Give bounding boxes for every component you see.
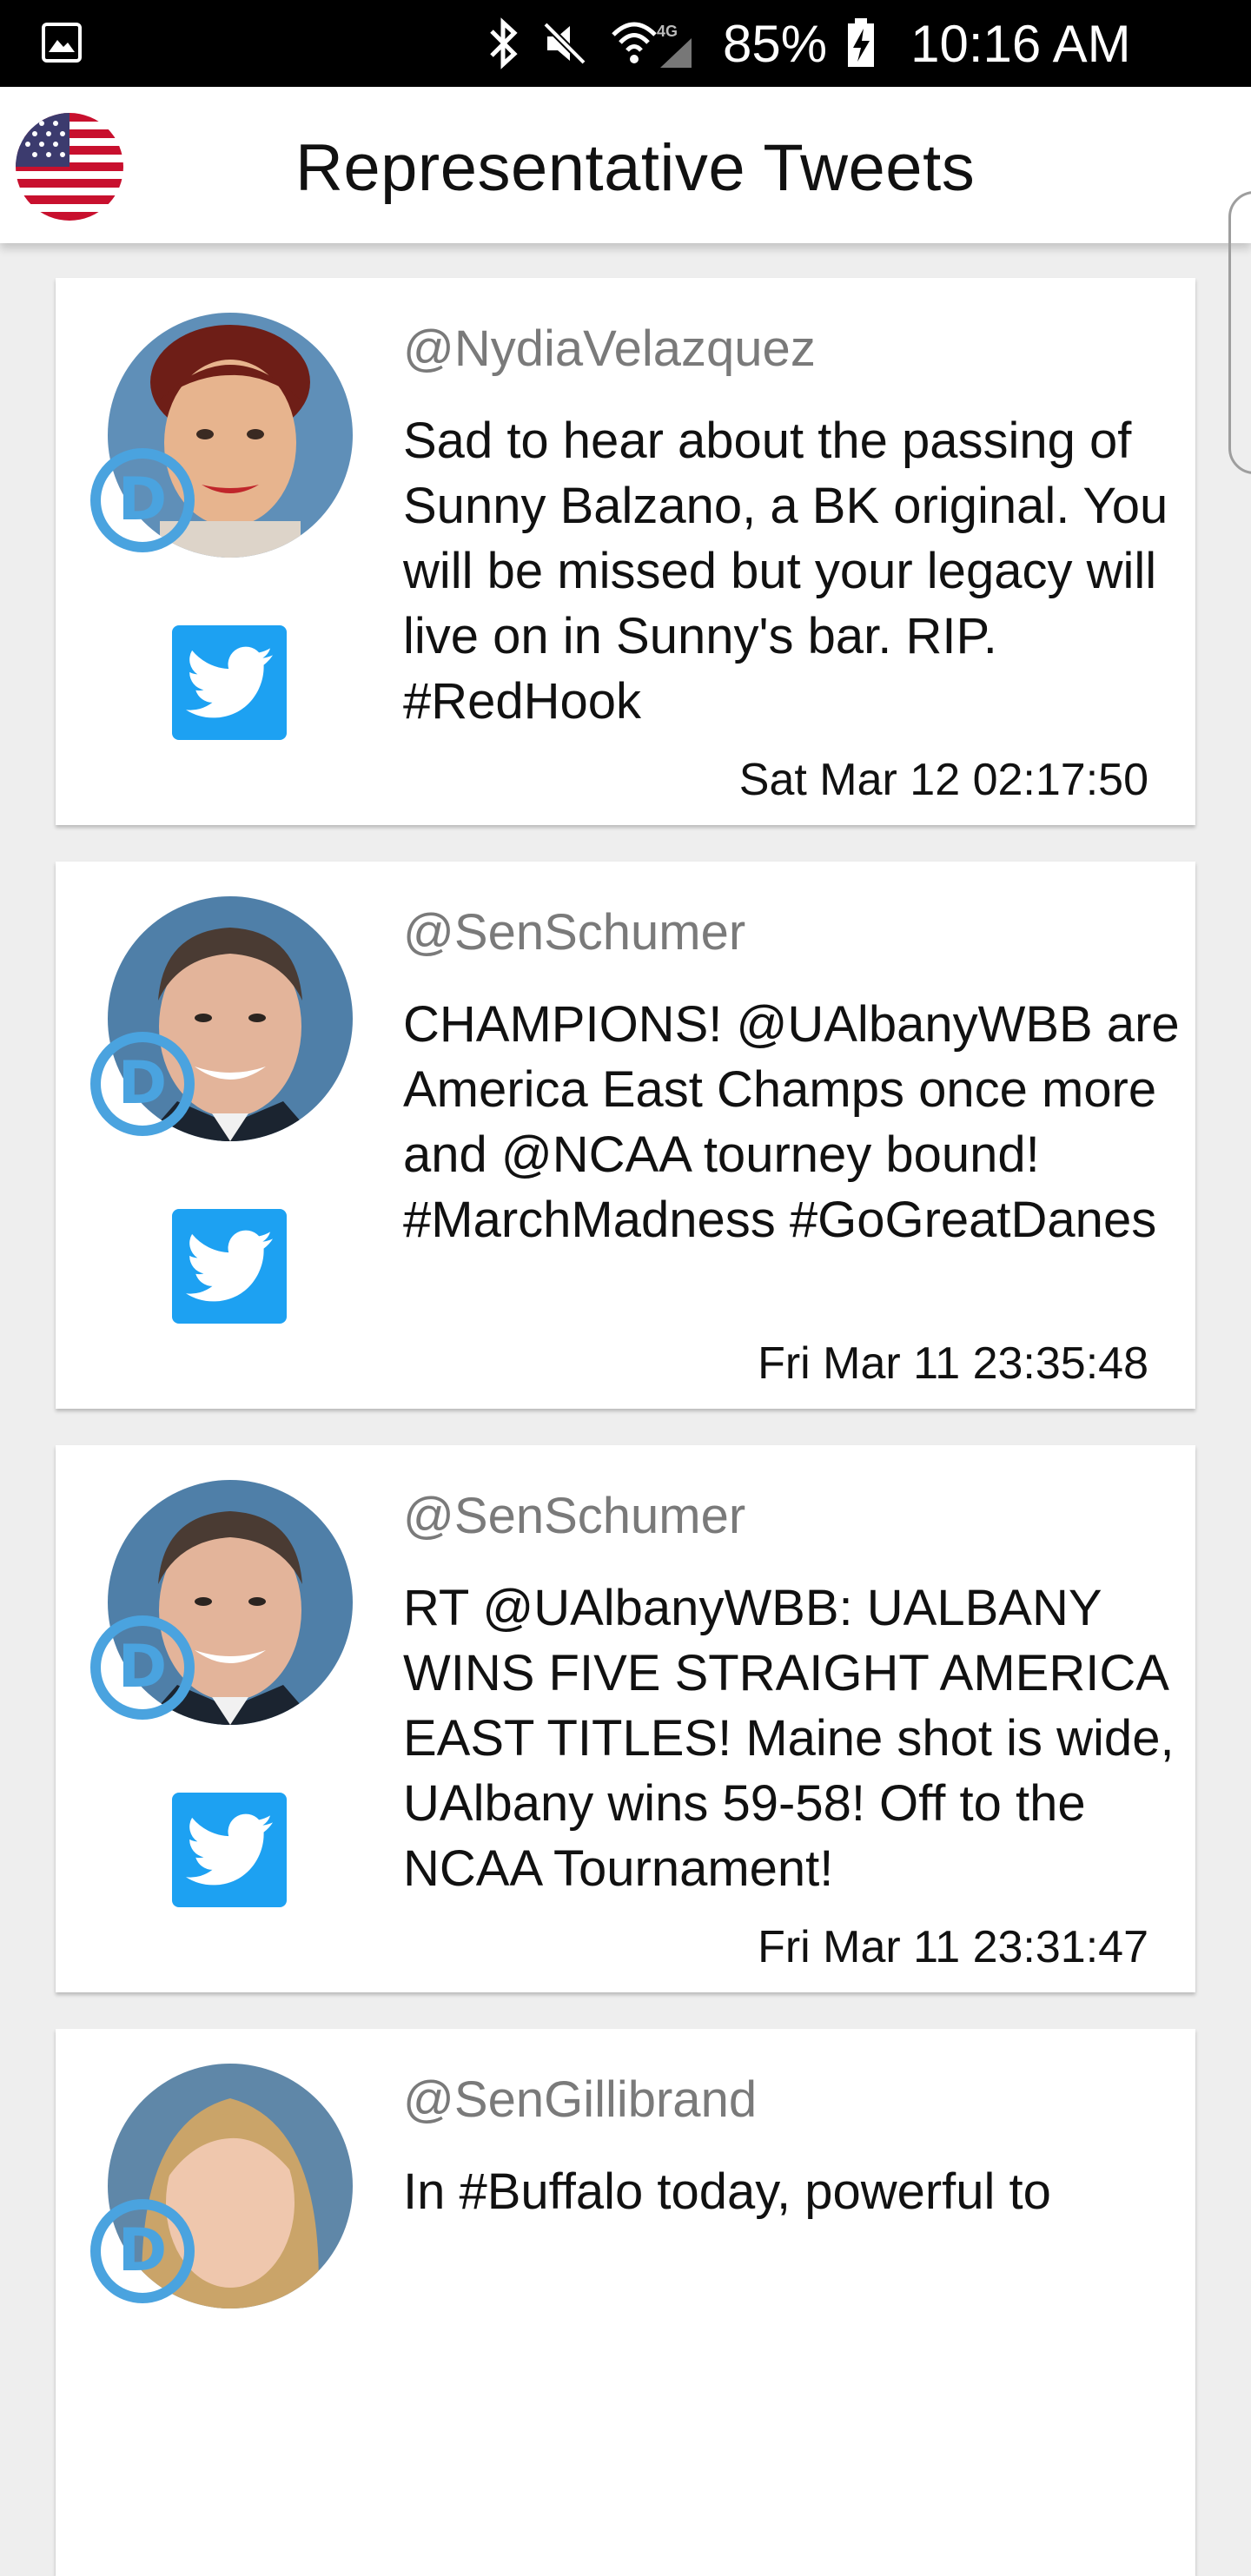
tweet-card[interactable]: D @NydiaVelazquez Sad to hear about the …: [56, 278, 1195, 825]
tweet-card[interactable]: D @SenSchumer RT @UAlbanyWBB: UALBANY WI…: [56, 1445, 1195, 1992]
tweet-handle[interactable]: @SenSchumer: [403, 903, 745, 961]
battery-percentage: 85%: [723, 14, 828, 73]
status-bar: 4G 85% 10:16 AM: [0, 0, 1251, 87]
party-label: D: [117, 1633, 168, 1701]
twitter-bird-icon: [186, 646, 273, 718]
tweet-timestamp: Fri Mar 11 23:31:47: [758, 1922, 1148, 1972]
twitter-bird-icon: [186, 1813, 273, 1886]
twitter-button[interactable]: [172, 625, 287, 740]
battery-charging-icon: [848, 18, 875, 67]
party-label: D: [117, 1049, 168, 1118]
twitter-bird-icon: [186, 1230, 273, 1302]
party-badge: D: [90, 1615, 195, 1720]
tweet-timestamp: Sat Mar 12 02:17:50: [738, 755, 1148, 805]
twitter-button[interactable]: [172, 1793, 287, 1907]
page-title: Representative Tweets: [295, 131, 976, 205]
wifi-icon: 4G: [612, 22, 692, 68]
party-label: D: [117, 2216, 168, 2285]
tweet-text: CHAMPIONS! @UAlbanyWBB are America East …: [403, 996, 1180, 1248]
tweet-text: In #Buffalo today, powerful to: [403, 2163, 1051, 2220]
tweet-text: RT @UAlbanyWBB: UALBANY WINS FIVE STRAIG…: [403, 1580, 1175, 1897]
gallery-icon: [42, 23, 82, 63]
tweet-handle[interactable]: @SenSchumer: [403, 1487, 745, 1545]
app-bar: Representative Tweets: [0, 87, 1251, 243]
network-type-label: 4G: [657, 23, 678, 40]
party-badge: D: [90, 1032, 195, 1136]
tweet-timestamp: Fri Mar 11 23:35:48: [758, 1338, 1148, 1389]
edge-panel-handle[interactable]: [1228, 191, 1251, 474]
party-label: D: [117, 466, 168, 534]
bluetooth-icon: [490, 17, 518, 69]
tweet-card[interactable]: D @SenSchumer CHAMPIONS! @UAlbanyWBB are…: [56, 862, 1195, 1409]
twitter-button[interactable]: [172, 1209, 287, 1324]
tweet-text: Sad to hear about the passing of Sunny B…: [403, 413, 1168, 730]
tweet-handle[interactable]: @SenGillibrand: [403, 2071, 757, 2129]
tweet-handle[interactable]: @NydiaVelazquez: [403, 320, 816, 378]
tweet-card[interactable]: D @SenGillibrand In #Buffalo today, powe…: [56, 2029, 1195, 2576]
status-time: 10:16 AM: [910, 14, 1131, 73]
mute-icon: [543, 22, 586, 65]
party-badge: D: [90, 2199, 195, 2303]
party-badge: D: [90, 448, 195, 552]
us-flag-icon[interactable]: [16, 113, 123, 221]
